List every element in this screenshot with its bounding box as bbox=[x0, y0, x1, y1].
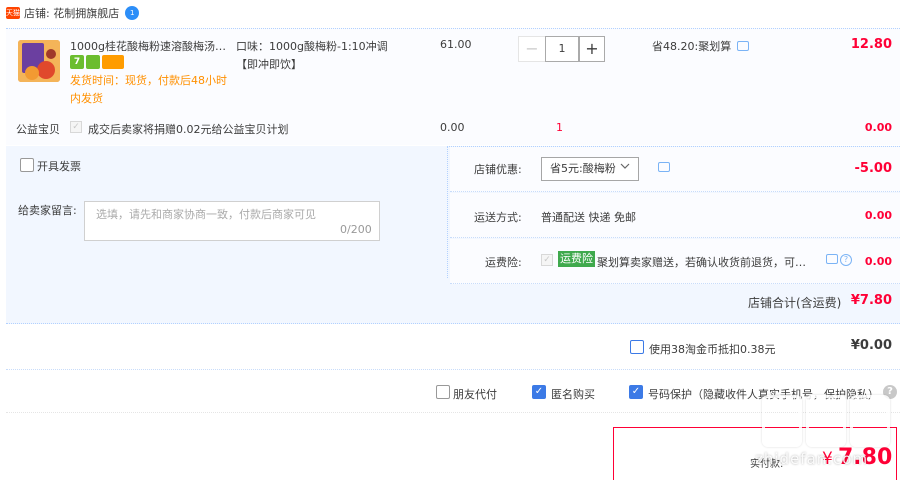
unit-price: 61.00 bbox=[440, 38, 472, 51]
anonymous-checkbox[interactable]: ✓ bbox=[532, 385, 546, 399]
promotion-text: 省48.20:聚划算 bbox=[652, 40, 732, 53]
watermark-box-icon bbox=[806, 395, 846, 447]
message-placeholder: 选填，请先和商家协商一致，付款后商家可见 bbox=[96, 208, 316, 221]
watermark-url: zhidefan.com bbox=[755, 450, 869, 468]
charity-checkbox: ✓ bbox=[70, 121, 82, 133]
sku-info: 口味：1000g酸梅粉-1:10冲调 【即冲即饮】 bbox=[236, 38, 396, 74]
anonymous-label[interactable]: 匿名购买 bbox=[551, 386, 595, 402]
insurance-cost: 0.00 bbox=[864, 255, 892, 268]
quantity-plus-button[interactable]: + bbox=[579, 36, 605, 62]
watermark-box-icon bbox=[762, 395, 802, 447]
insurance-label: 运费险: bbox=[485, 256, 522, 269]
promotion-info: 省48.20:聚划算 bbox=[652, 38, 750, 54]
ship-time-line-1: 发货时间：现货，付款后48小时 bbox=[70, 74, 227, 87]
charity-total: 0.00 bbox=[864, 121, 892, 134]
sku-line-1: 口味：1000g酸梅粉-1:10冲调 bbox=[236, 40, 388, 53]
message-label: 给卖家留言: bbox=[18, 204, 77, 217]
coin-label[interactable]: 使用38淘金币抵扣0.38元 bbox=[649, 341, 776, 357]
charity-quantity: 1 bbox=[556, 121, 563, 134]
privacy-checkbox[interactable]: ✓ bbox=[629, 385, 643, 399]
quantity-minus-button[interactable]: − bbox=[518, 36, 546, 62]
insurance-checkbox: ✓ bbox=[541, 254, 553, 266]
chevron-down-icon[interactable] bbox=[620, 161, 630, 171]
coin-checkbox[interactable] bbox=[630, 340, 644, 354]
friend-pay-checkbox[interactable] bbox=[436, 385, 450, 399]
watermark-logo bbox=[762, 395, 898, 451]
invoice-checkbox[interactable] bbox=[20, 158, 34, 172]
credit-card-icon bbox=[102, 55, 124, 69]
store-total-value: ¥7.80 bbox=[850, 293, 892, 308]
ship-time: 发货时间：现货，付款后48小时 内发货 bbox=[70, 72, 240, 108]
sku-line-2: 【即冲即饮】 bbox=[236, 58, 302, 71]
comment-icon[interactable] bbox=[658, 162, 670, 172]
charity-text: 成交后卖家将捐赠0.02元给公益宝贝计划 bbox=[88, 123, 289, 136]
watermark-box-icon bbox=[850, 395, 890, 447]
quantity-input[interactable]: 1 bbox=[545, 36, 579, 62]
shipping-label: 运送方式: bbox=[474, 211, 522, 224]
guarantee-icon bbox=[86, 55, 100, 69]
tmall-icon: 天猫 bbox=[6, 7, 20, 19]
service-badges: 7 bbox=[70, 55, 124, 69]
store-total-label: 店铺合计(含运费) bbox=[748, 296, 842, 310]
seven-day-return-icon: 7 bbox=[70, 55, 84, 69]
coin-value: ¥0.00 bbox=[850, 338, 892, 353]
comment-icon[interactable] bbox=[737, 41, 750, 51]
product-title[interactable]: 1000g桂花酸梅粉速溶酸梅汤晶... bbox=[70, 38, 232, 54]
insurance-text: 聚划算卖家赠送，若确认收货前退货，可获... bbox=[597, 256, 815, 269]
shipping-method: 普通配送 快递 免邮 bbox=[541, 211, 636, 224]
shop-name[interactable]: 店铺: 花制拥旗舰店 bbox=[24, 5, 119, 21]
charity-price: 0.00 bbox=[440, 121, 465, 134]
wangwang-chat-icon[interactable]: 1 bbox=[125, 6, 140, 20]
product-thumbnail[interactable] bbox=[18, 40, 60, 82]
item-total: 12.80 bbox=[850, 37, 892, 52]
message-char-count: 0/200 bbox=[340, 223, 372, 236]
invoice-label[interactable]: 开具发票 bbox=[37, 158, 81, 174]
ship-time-line-2: 内发货 bbox=[70, 92, 103, 105]
charity-label: 公益宝贝 bbox=[16, 123, 60, 136]
friend-pay-label[interactable]: 朋友代付 bbox=[453, 386, 497, 402]
insurance-badge: 运费险 bbox=[558, 251, 595, 267]
coupon-value: -5.00 bbox=[854, 161, 892, 176]
shipping-cost: 0.00 bbox=[864, 209, 892, 222]
coupon-label: 店铺优惠: bbox=[474, 163, 522, 176]
shop-header: 天猫 店铺: 花制拥旗舰店 1 bbox=[0, 0, 906, 26]
